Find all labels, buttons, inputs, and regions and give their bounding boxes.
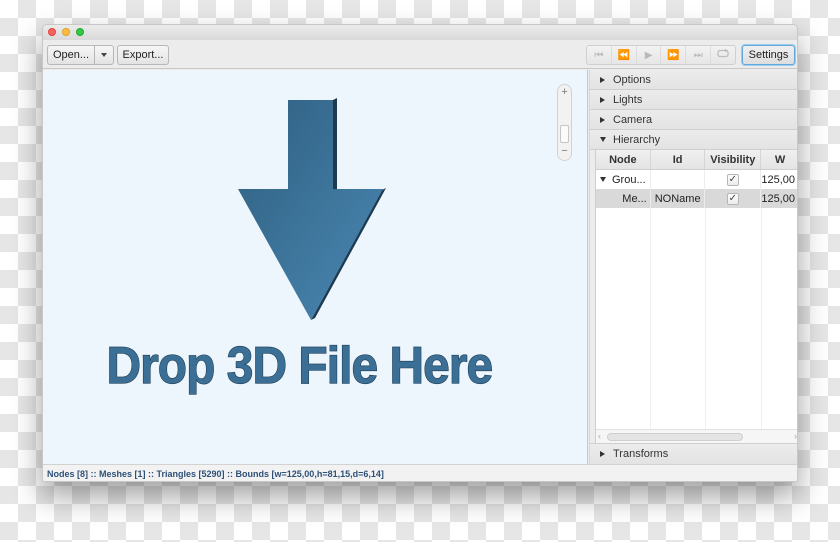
expand-right-icon <box>600 76 605 83</box>
section-lights-label: Lights <box>613 93 643 106</box>
scroll-left-icon[interactable]: ‹ <box>598 430 601 443</box>
status-text: Nodes [8] :: Meshes [1] :: Triangles [52… <box>47 469 384 479</box>
table-row[interactable]: Me... NOName ✓ 125,00 <box>596 189 797 208</box>
skip-to-start-icon: ⏮ <box>594 49 604 61</box>
minimize-window-button[interactable] <box>62 28 70 36</box>
chevron-down-icon <box>101 53 107 57</box>
fast-forward-icon: ⏩ <box>667 49 680 61</box>
drop-file-illustration: Drop 3D File Here <box>106 98 494 395</box>
export-button[interactable]: Export... <box>117 45 169 65</box>
down-arrow-icon <box>238 98 386 320</box>
drop-text-line: Drop 3D File Here <box>106 336 492 394</box>
3d-viewport-drop-zone[interactable]: Drop 3D File Here + − <box>43 70 588 464</box>
node-id <box>651 170 706 189</box>
section-hierarchy[interactable]: Hierarchy <box>590 130 797 150</box>
table-row[interactable]: Grou... ✓ 125,00 <box>596 170 797 189</box>
fast-forward-button[interactable]: ⏩ <box>661 46 687 64</box>
drop-text: Drop 3D File Here <box>106 336 494 395</box>
visibility-checkbox[interactable]: ✓ <box>726 192 739 205</box>
table-header: Node Id Visibility W <box>596 150 797 170</box>
status-bar: Nodes [8] :: Meshes [1] :: Triangles [52… <box>43 464 797 481</box>
section-camera[interactable]: Camera <box>590 110 797 130</box>
title-bar[interactable] <box>43 25 797 40</box>
zoom-in-button[interactable]: + <box>558 87 571 98</box>
open-button[interactable]: Open... <box>47 45 95 65</box>
app-window: Open... Export... ⏮ ⏪ ▶ ⏩ ⏭ Settings Dro… <box>42 24 798 482</box>
loop-button[interactable] <box>711 46 735 64</box>
expand-right-icon <box>600 96 605 103</box>
column-gridlines <box>596 208 797 429</box>
node-name: Grou... <box>612 173 646 186</box>
skip-to-start-button[interactable]: ⏮ <box>587 46 612 64</box>
section-options-label: Options <box>613 73 651 86</box>
collapse-down-icon <box>600 137 606 142</box>
section-camera-label: Camera <box>613 113 653 126</box>
column-header-id[interactable]: Id <box>651 150 706 169</box>
side-panel: Options Lights Camera Hierarchy Node Id … <box>589 70 797 465</box>
close-window-button[interactable] <box>48 28 56 36</box>
settings-button[interactable]: Settings <box>742 45 795 65</box>
column-header-node[interactable]: Node <box>596 150 651 169</box>
playback-controls: ⏮ ⏪ ▶ ⏩ ⏭ <box>586 45 736 65</box>
collapse-down-icon[interactable] <box>600 177 606 182</box>
toolbar: Open... Export... ⏮ ⏪ ▶ ⏩ ⏭ Settings <box>43 40 797 69</box>
scrollbar-thumb[interactable] <box>607 433 743 441</box>
section-options[interactable]: Options <box>590 70 797 90</box>
play-button[interactable]: ▶ <box>637 46 662 64</box>
rewind-icon: ⏪ <box>617 49 630 61</box>
zoom-slider[interactable]: + − <box>557 84 572 161</box>
section-transforms[interactable]: Transforms <box>590 443 797 465</box>
node-width: 125,00 <box>761 192 795 205</box>
node-id: NOName <box>651 189 706 208</box>
play-icon: ▶ <box>644 49 653 61</box>
loop-icon <box>717 48 729 61</box>
section-hierarchy-label: Hierarchy <box>613 133 661 146</box>
zoom-out-button[interactable]: − <box>558 146 571 157</box>
section-lights[interactable]: Lights <box>590 90 797 110</box>
maximize-window-button[interactable] <box>76 28 84 36</box>
visibility-checkbox[interactable]: ✓ <box>726 173 739 186</box>
node-name: Me... <box>622 192 647 205</box>
skip-to-end-icon: ⏭ <box>693 49 703 61</box>
expand-right-icon <box>600 116 605 123</box>
skip-to-end-button[interactable]: ⏭ <box>686 46 712 64</box>
column-header-visibility[interactable]: Visibility <box>705 150 762 169</box>
zoom-slider-thumb[interactable] <box>560 125 569 143</box>
horizontal-scrollbar[interactable]: ‹ › <box>596 429 797 443</box>
expand-right-icon <box>600 451 605 457</box>
hierarchy-tree-table: Node Id Visibility W Grou... ✓ 125,00 Me… <box>595 150 797 443</box>
section-transforms-label: Transforms <box>613 448 669 460</box>
node-width: 125,00 <box>761 173 796 186</box>
open-dropdown-button[interactable] <box>94 45 114 65</box>
scroll-right-icon[interactable]: › <box>794 430 797 443</box>
rewind-button[interactable]: ⏪ <box>612 46 637 64</box>
column-header-w[interactable]: W <box>761 150 797 169</box>
